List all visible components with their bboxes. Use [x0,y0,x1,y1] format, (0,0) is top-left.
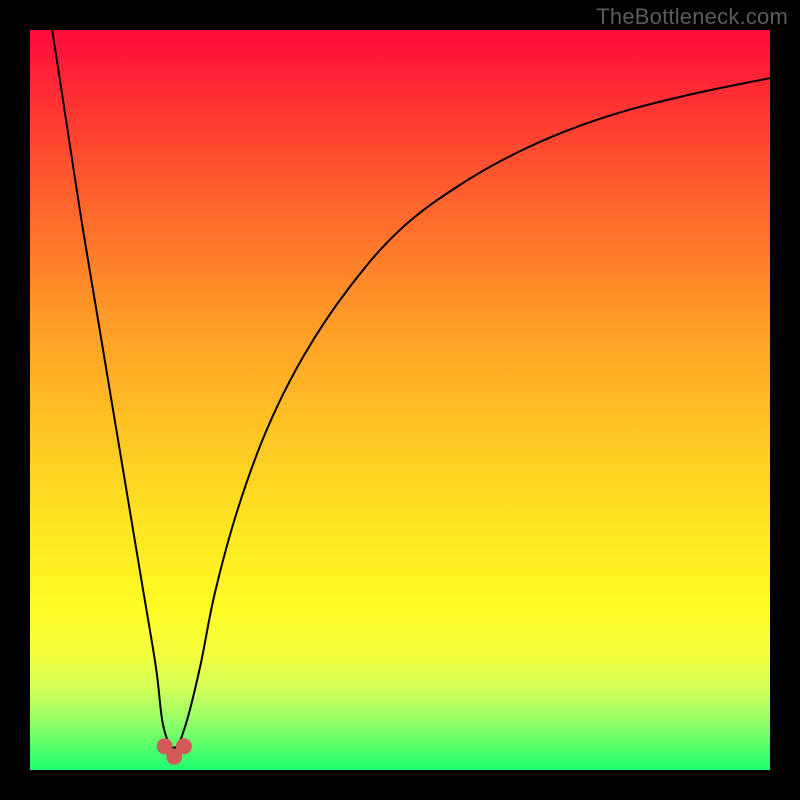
bottleneck-curve [52,30,770,748]
chart-svg [30,30,770,770]
tip-marker-right [176,738,192,754]
watermark-text: TheBottleneck.com [596,4,788,30]
tip-markers [157,738,192,764]
outer-frame: TheBottleneck.com [0,0,800,800]
plot-area [30,30,770,770]
